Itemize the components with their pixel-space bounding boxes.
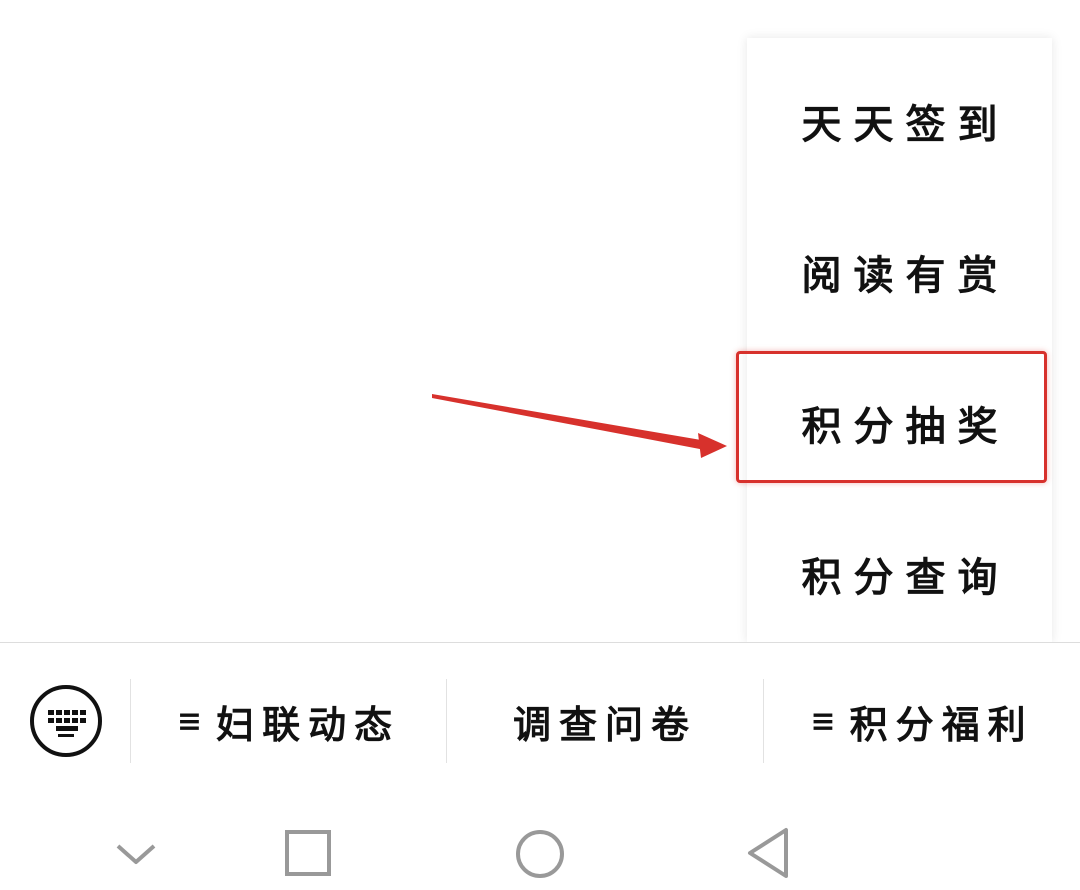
submenu-item-points-lottery[interactable]: 积分抽奖 <box>747 347 1052 498</box>
nav-recents-button[interactable] <box>279 824 339 884</box>
nav-collapse-button[interactable] <box>106 824 166 884</box>
submenu-item-daily-checkin[interactable]: 天天签到 <box>747 45 1052 196</box>
menu-button-label: 积分福利 <box>849 701 1034 747</box>
submenu-item-label: 积分抽奖 <box>801 402 1010 450</box>
nav-back-button[interactable] <box>740 824 800 884</box>
menu-button-points-welfare[interactable]: ≡ 积分福利 <box>764 679 1080 763</box>
submenu-popup: 天天签到 阅读有赏 积分抽奖 积分查询 <box>747 38 1052 642</box>
menu-button-label: 调查问卷 <box>512 701 697 747</box>
submenu-item-label: 阅读有赏 <box>801 251 1010 299</box>
keyboard-toggle-button[interactable] <box>28 683 104 759</box>
keyboard-icon <box>30 685 102 757</box>
bottom-menu-bar: ≡ 妇联动态 调查问卷 ≡ 积分福利 <box>0 642 1080 803</box>
triangle-back-icon <box>748 828 788 878</box>
submenu-item-points-query[interactable]: 积分查询 <box>747 498 1052 649</box>
menu-button-survey[interactable]: 调查问卷 <box>447 679 763 763</box>
menu-button-women-federation-news[interactable]: ≡ 妇联动态 <box>131 679 446 763</box>
submenu-item-reading-reward[interactable]: 阅读有赏 <box>747 196 1052 347</box>
menu-lines-icon: ≡ <box>176 703 203 739</box>
square-recents-icon <box>285 830 331 876</box>
nav-home-button[interactable] <box>510 824 570 884</box>
submenu-item-label: 天天签到 <box>801 100 1010 148</box>
circle-home-icon <box>516 830 564 878</box>
system-nav-bar <box>0 802 1080 890</box>
chevron-down-icon <box>116 844 156 864</box>
submenu-item-label: 积分查询 <box>801 553 1010 601</box>
menu-lines-icon: ≡ <box>810 703 836 739</box>
menu-button-label: 妇联动态 <box>216 701 401 747</box>
